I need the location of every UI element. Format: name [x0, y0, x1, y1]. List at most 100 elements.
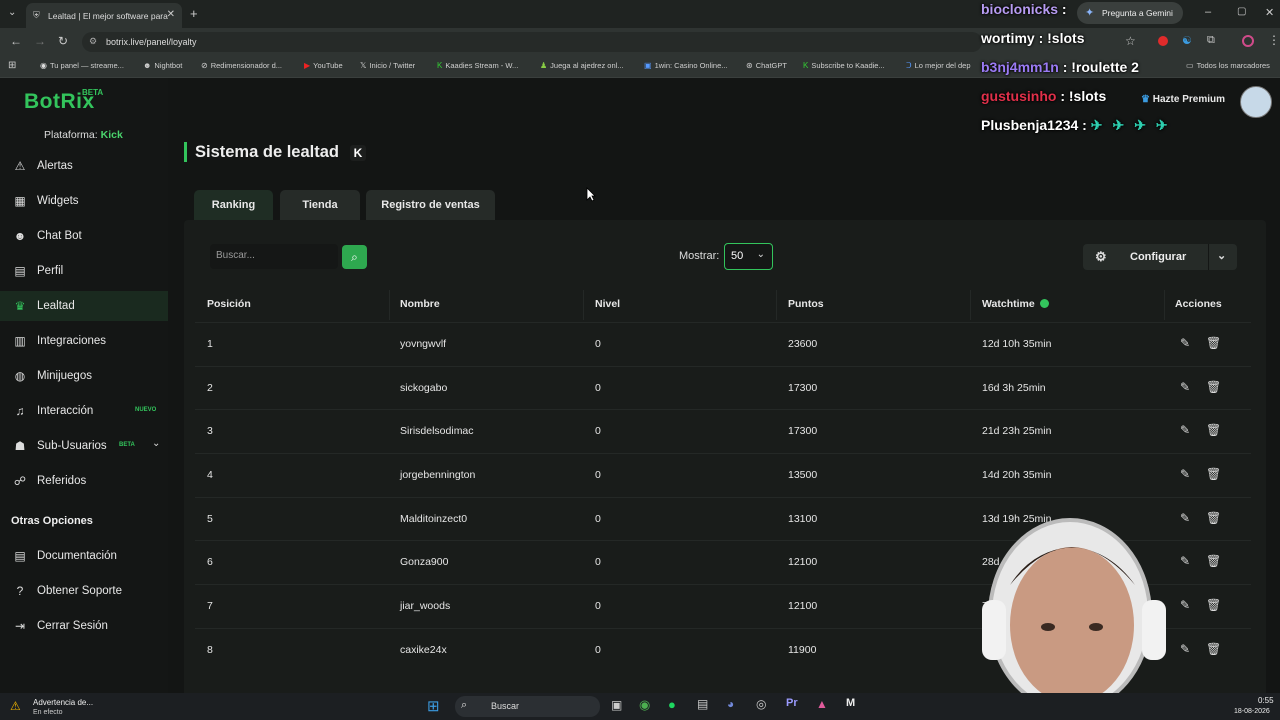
minimize-icon[interactable]: – [1205, 6, 1211, 18]
chevron-down-icon[interactable]: ⌄ [152, 438, 160, 449]
edit-icon[interactable]: ✎ [1180, 642, 1190, 656]
column-header-position: Posición [207, 298, 251, 310]
edit-icon[interactable]: ✎ [1180, 467, 1190, 481]
bookmark[interactable]: 𝕏 Inicio / Twitter [360, 61, 415, 70]
app-icon[interactable]: ▲ [816, 697, 828, 711]
app-icon[interactable]: M [846, 697, 855, 709]
table-row: 2 sickogabo 0 17300 16d 3h 25min ✎ 🗑 [195, 366, 1251, 409]
bookmark[interactable]: ⊛ ChatGPT [746, 61, 787, 70]
sidebar-item-lealtad[interactable]: ♛ Lealtad [0, 291, 168, 321]
bookmark[interactable]: ▶ YouTube [304, 61, 343, 70]
bookmark[interactable]: ◉ Tu panel — streame... [40, 61, 124, 70]
reload-icon[interactable]: ↻ [58, 34, 68, 48]
taskbar-search[interactable]: ⌕ Buscar [455, 696, 600, 717]
maximize-icon[interactable]: ▢ [1237, 6, 1246, 17]
app-icon[interactable]: ◎ [756, 697, 766, 711]
discord-icon[interactable]: ◕ [727, 697, 734, 711]
close-window-icon[interactable]: ✕ [1265, 6, 1274, 19]
tab-ranking[interactable]: Ranking [194, 190, 273, 222]
tab-registro-ventas[interactable]: Registro de ventas [366, 190, 495, 220]
column-header-name: Nombre [400, 298, 440, 310]
bookmark[interactable]: ♟ Juega al ajedrez onl... [540, 61, 624, 70]
search-button[interactable]: ⌕ [342, 245, 367, 269]
trash-icon[interactable]: 🗑 [1206, 642, 1221, 656]
edit-icon[interactable]: ✎ [1180, 423, 1190, 437]
sidebar-item-alertas[interactable]: ⚠ Alertas [0, 151, 168, 181]
sidebar-item-minijuegos[interactable]: ◍ Minijuegos [0, 361, 168, 391]
chrome-icon[interactable]: ◉ [639, 697, 650, 713]
trash-icon[interactable]: 🗑 [1206, 554, 1221, 568]
column-header-level: Nivel [595, 298, 621, 310]
premium-link[interactable]: ♛ Hazte Premium [1141, 94, 1225, 105]
edit-icon[interactable]: ✎ [1180, 336, 1190, 350]
column-divider [1164, 290, 1165, 320]
sidebar-item-widgets[interactable]: ▦ Widgets [0, 186, 168, 216]
all-bookmarks[interactable]: ▭ Todos los marcadores [1186, 61, 1270, 70]
menu-dots-icon[interactable]: ⋮ [1268, 33, 1280, 47]
page-title: Sistema de lealtad [195, 143, 339, 161]
sidebar-item-interaccion[interactable]: ♫ Interacción NUEVO [0, 396, 168, 426]
headphone-left [982, 600, 1006, 660]
edit-icon[interactable]: ✎ [1180, 511, 1190, 525]
edit-icon[interactable]: ✎ [1180, 598, 1190, 612]
edit-icon[interactable]: ✎ [1180, 554, 1190, 568]
site-info-icon[interactable]: ⚙ [89, 36, 97, 47]
search-input[interactable]: Buscar... [210, 244, 338, 269]
bookmark[interactable]: ⊘ Redimensionador d... [201, 61, 282, 70]
bookmark[interactable]: ▣ 1win: Casino Online... [644, 61, 728, 70]
trash-icon[interactable]: 🗑 [1206, 598, 1221, 612]
trash-icon[interactable]: 🗑 [1206, 423, 1221, 437]
avatar[interactable] [1240, 86, 1272, 118]
premiere-icon[interactable]: Pr [786, 697, 798, 709]
windows-start-icon[interactable]: ⊞ [427, 697, 440, 715]
configure-button[interactable]: ⚙ Configurar ⌄ [1083, 244, 1237, 270]
url-bar[interactable]: ⚙ botrix.live/panel/loyalty [82, 32, 982, 52]
browser-tab[interactable]: ⛨ Lealtad | El mejor software para ✕ [26, 3, 182, 28]
bookmark[interactable]: ☻ Nightbot [143, 61, 182, 70]
sidebar-item-cerrar-sesion[interactable]: ⇥ Cerrar Sesión [0, 611, 168, 641]
back-icon[interactable]: ← [10, 34, 22, 48]
profile-icon[interactable] [1242, 35, 1254, 47]
logout-icon: ⇥ [14, 619, 26, 633]
warning-icon: ⚠ [14, 159, 26, 173]
sidebar-item-integraciones[interactable]: ▥ Integraciones [0, 326, 168, 356]
extensions-puzzle-icon[interactable]: ⧉ [1207, 34, 1215, 47]
new-tab-icon[interactable]: + [190, 6, 198, 21]
trash-icon[interactable]: 🗑 [1206, 511, 1221, 525]
chevron-down-icon[interactable]: ⌄ [1217, 249, 1226, 262]
forward-icon[interactable]: → [34, 34, 46, 48]
extension-icon[interactable]: ☯ [1182, 34, 1192, 47]
sidebar-item-referidos[interactable]: ☍ Referidos [0, 466, 168, 496]
info-icon[interactable] [1040, 299, 1049, 308]
title-accent [184, 142, 187, 162]
warning-icon: ⚠ [10, 699, 21, 713]
trash-icon[interactable]: 🗑 [1206, 336, 1221, 350]
tab-tienda[interactable]: Tienda [280, 190, 360, 220]
sidebar-item-sub-usuarios[interactable]: ☗ Sub-Usuarios BETA ⌄ [0, 431, 168, 461]
task-view-icon[interactable]: ▣ [611, 698, 622, 712]
edit-icon[interactable]: ✎ [1180, 380, 1190, 394]
gemini-label: Pregunta a Gemini [1102, 8, 1173, 18]
bookmark[interactable]: K Subscribe to Kaadie... [803, 61, 885, 70]
alert-title[interactable]: Advertencia de... [33, 698, 93, 707]
bookmark[interactable]: K Kaadies Stream - W... [437, 61, 518, 70]
apps-grid-icon[interactable]: ⊞ [8, 60, 16, 71]
bookmark-star-icon[interactable]: ☆ [1125, 34, 1136, 48]
close-tab-icon[interactable]: ✕ [167, 9, 175, 20]
sidebar-item-perfil[interactable]: ▤ Perfil [0, 256, 168, 286]
spotify-icon[interactable]: ● [668, 697, 676, 712]
gemini-button[interactable]: ✦ Pregunta a Gemini [1077, 2, 1183, 24]
sidebar-item-soporte[interactable]: ? Obtener Soporte [0, 576, 168, 606]
gears-icon: ⚙ [1095, 249, 1107, 264]
extension-icon[interactable] [1158, 36, 1168, 46]
webcam-overlay [982, 518, 1166, 693]
tab-list-icon[interactable]: ⌄ [8, 7, 16, 18]
column-divider [583, 290, 584, 320]
page-size-select[interactable]: 50 ⌄ [724, 243, 773, 270]
trash-icon[interactable]: 🗑 [1206, 467, 1221, 481]
sidebar-item-chat-bot[interactable]: ☻ Chat Bot [0, 221, 168, 251]
sidebar-item-documentacion[interactable]: ▤ Documentación [0, 541, 168, 571]
trash-icon[interactable]: 🗑 [1206, 380, 1221, 394]
app-icon[interactable]: ▤ [697, 697, 708, 711]
bookmark[interactable]: Ↄ Lo mejor del dep [906, 61, 971, 70]
